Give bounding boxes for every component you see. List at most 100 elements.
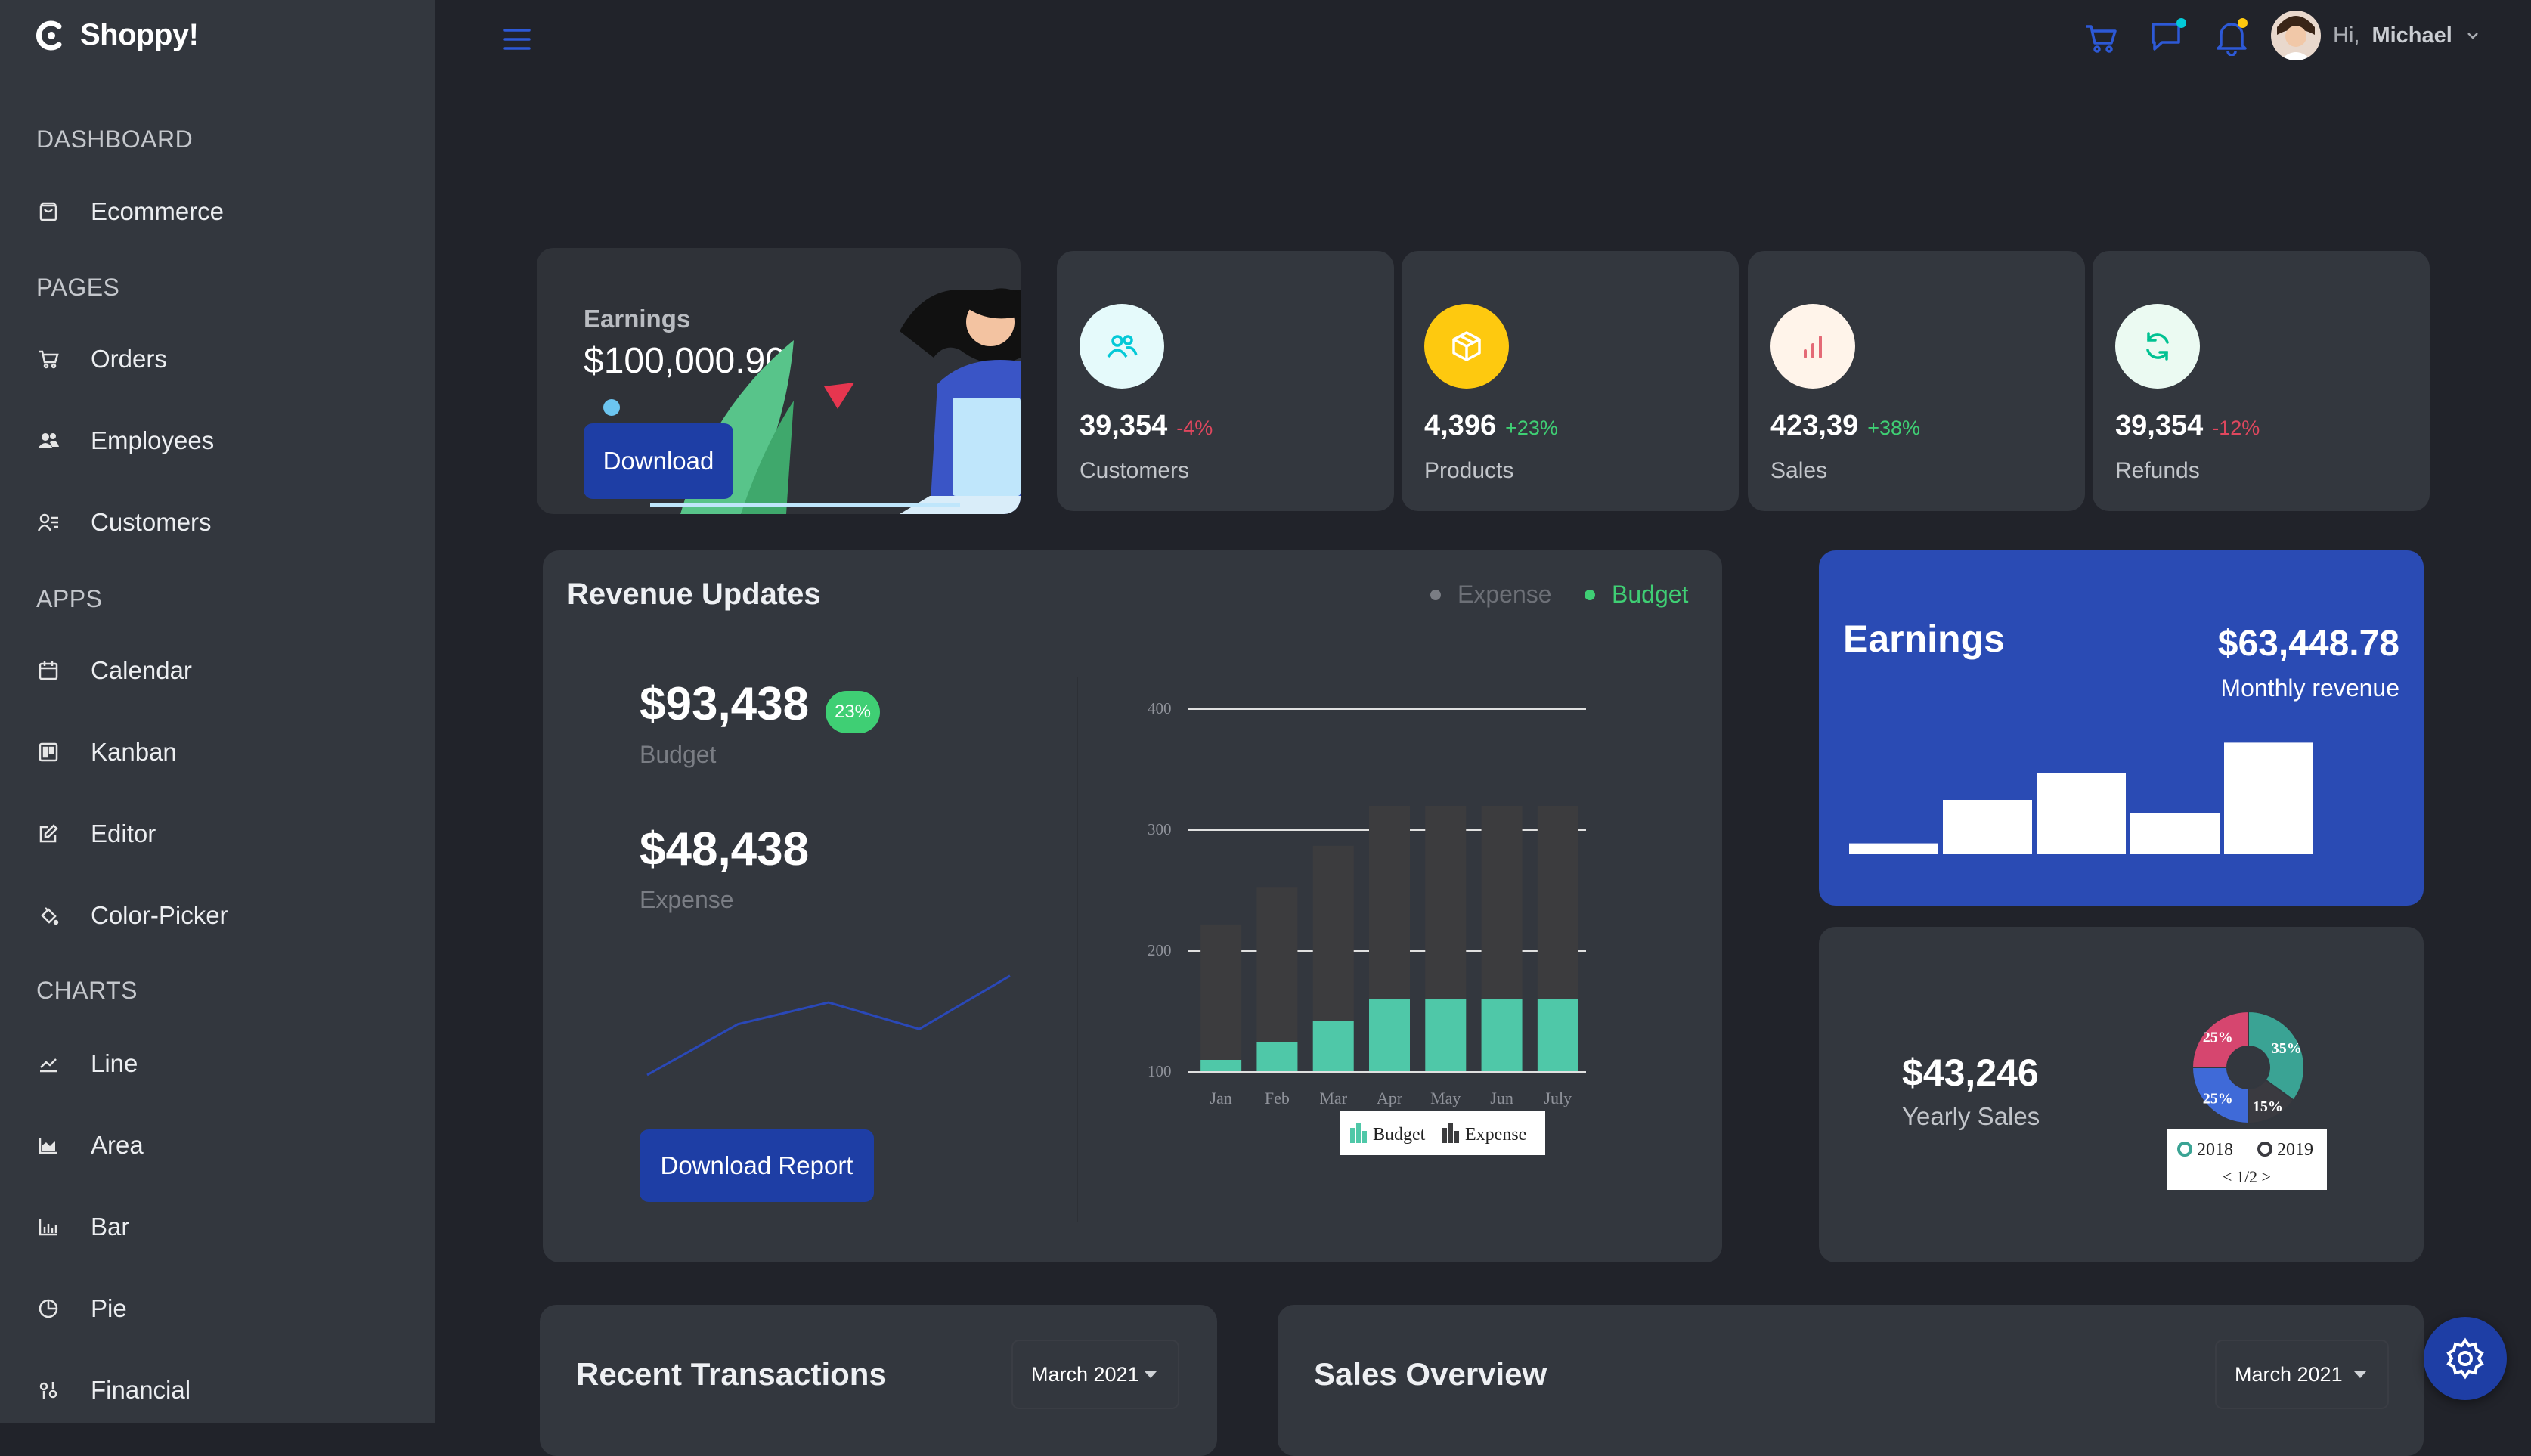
sidebar-item-kanban[interactable]: Kanban <box>35 726 177 779</box>
stat-card-products: 4,396 +23% Products <box>1402 251 1739 511</box>
bar-budget <box>1481 999 1523 1072</box>
legend-marker <box>1585 589 1595 600</box>
legend-budget[interactable]: Budget <box>1585 581 1688 609</box>
sales-overview-title: Sales Overview <box>1314 1356 1547 1392</box>
sidebar-item-area[interactable]: Area <box>35 1119 144 1172</box>
customers-icon <box>1106 333 1138 360</box>
monthly-revenue-label: Monthly revenue <box>2220 674 2399 702</box>
kanban-icon <box>35 739 62 766</box>
legend-label: Expense <box>1458 581 1552 608</box>
dropdown-value: March 2021 <box>1031 1362 1139 1386</box>
sidebar-item-label: Calendar <box>91 656 192 684</box>
sidebar-item-label: Pie <box>91 1294 127 1322</box>
bell-notification-dot <box>2238 18 2248 28</box>
legend-expense[interactable]: Expense <box>1430 581 1552 609</box>
sidebar-item-editor[interactable]: Editor <box>35 807 156 860</box>
refresh-icon <box>2142 330 2173 362</box>
stat-change: -4% <box>1176 417 1213 439</box>
stat-change: +23% <box>1505 417 1558 439</box>
sidebar-item-label: Color-Picker <box>91 901 228 929</box>
stat-label: Products <box>1424 458 1514 483</box>
section-title-dashboard: DASHBOARD <box>36 125 194 153</box>
shopping-bag-icon <box>35 198 62 225</box>
sidebar-item-color-picker[interactable]: Color-Picker <box>35 889 228 942</box>
edit-icon <box>35 820 62 847</box>
stat-value: 39,354 -12% <box>2115 410 2260 441</box>
bar-budget <box>1537 999 1578 1072</box>
user-name: Michael <box>2371 23 2452 48</box>
section-title-charts: CHARTS <box>36 977 138 1004</box>
bar-budget <box>1312 1021 1354 1072</box>
sidebar-item-label: Kanban <box>91 738 177 766</box>
stat-value: 4,396 +23% <box>1424 410 1558 441</box>
legend-marker <box>1430 589 1441 600</box>
sidebar-item-customers[interactable]: Customers <box>35 496 212 549</box>
user-profile[interactable]: Hi, Michael <box>2271 11 2481 60</box>
bar-budget <box>1425 999 1467 1072</box>
sidebar-item-pie[interactable]: Pie <box>35 1282 127 1335</box>
yearly-sales-card: $43,246 Yearly Sales 25% 35% 15% 25% 2018 201… <box>1819 927 2424 1262</box>
menu-icon[interactable] <box>502 26 532 53</box>
legend-label: 2019 <box>2277 1140 2313 1160</box>
recent-month-dropdown[interactable]: March 2021 <box>1011 1340 1179 1409</box>
dropdown-value: March 2021 <box>2235 1362 2343 1386</box>
bell-icon[interactable] <box>2215 18 2248 56</box>
stat-icon-circle[interactable] <box>1424 304 1509 389</box>
x-tick-label: July <box>1544 1089 1572 1107</box>
stat-label: Sales <box>1770 458 1828 483</box>
stat-change: -12% <box>2212 417 2260 439</box>
avatar <box>2271 11 2321 60</box>
x-tick-label: Apr <box>1377 1089 1403 1107</box>
download-report-button[interactable]: Download Report <box>640 1129 874 1202</box>
expense-value: $48,438 <box>640 823 810 875</box>
sidebar-item-calendar[interactable]: Calendar <box>35 644 192 697</box>
legend-label: Expense <box>1465 1125 1526 1145</box>
sidebar-item-employees[interactable]: Employees <box>35 414 214 467</box>
stat-label: Customers <box>1080 458 1190 483</box>
y-tick-label: 300 <box>1148 820 1172 838</box>
expense-label: Expense <box>640 886 734 913</box>
sidebar-item-bar[interactable]: Bar <box>35 1200 129 1253</box>
bar-budget <box>1369 999 1410 1072</box>
sidebar: Shoppy! DASHBOARD Ecommerce PAGES Orders… <box>0 0 435 1423</box>
sidebar-item-line[interactable]: Line <box>35 1037 138 1090</box>
sidebar-item-orders[interactable]: Orders <box>35 333 167 386</box>
settings-button[interactable] <box>2424 1317 2507 1400</box>
earnings-card: Earnings $100,000.90 Download <box>537 248 1021 514</box>
stat-icon-circle[interactable] <box>2115 304 2200 389</box>
chevron-down-icon <box>2464 30 2481 41</box>
overview-month-dropdown[interactable]: March 2021 <box>2215 1340 2389 1409</box>
contact-list-icon <box>35 509 62 536</box>
sidebar-item-label: Orders <box>91 345 167 373</box>
brand-logo[interactable]: Shoppy! <box>35 18 199 52</box>
chat-icon[interactable] <box>2148 18 2186 56</box>
stat-icon-circle[interactable] <box>1080 304 1164 389</box>
stat-card-customers: 39,354 -4% Customers <box>1057 251 1394 511</box>
earnings-bar <box>2224 742 2313 854</box>
yearly-sales-value: $43,246 <box>1902 1052 2039 1094</box>
download-button[interactable]: Download <box>584 423 733 499</box>
revenue-bar-chart: 100 200 300 400 Jan Feb Mar Apr May Jun July Budget… <box>1148 664 1647 1246</box>
pie-data-label: 15% <box>2253 1098 2283 1115</box>
area-chart-icon <box>35 1132 62 1159</box>
section-title-pages: PAGES <box>36 274 120 301</box>
bar-budget <box>1256 1042 1298 1072</box>
bar-chart-icon <box>1798 331 1828 361</box>
earnings-bar <box>2130 813 2220 854</box>
legend-pager: < 1/2 > <box>2223 1167 2271 1186</box>
sidebar-item-ecommerce[interactable]: Ecommerce <box>35 185 224 238</box>
sidebar-item-financial[interactable]: Financial <box>35 1364 191 1417</box>
chat-notification-dot <box>2176 18 2186 28</box>
cart-icon <box>35 345 62 373</box>
budget-value: $93,438 <box>640 678 810 730</box>
cart-icon[interactable] <box>2083 21 2118 56</box>
y-tick-label: 200 <box>1148 941 1172 959</box>
monthly-earnings-amount: $63,448.78 <box>2217 624 2399 664</box>
sidebar-item-label: Customers <box>91 508 212 536</box>
decorative-dot <box>603 399 620 416</box>
stat-icon-circle[interactable] <box>1770 304 1855 389</box>
chevron-down-icon <box>1142 1369 1160 1380</box>
legend-label: Budget <box>1612 581 1689 608</box>
sidebar-item-label: Financial <box>91 1376 191 1404</box>
stat-value: 423,39 +38% <box>1770 410 1921 441</box>
